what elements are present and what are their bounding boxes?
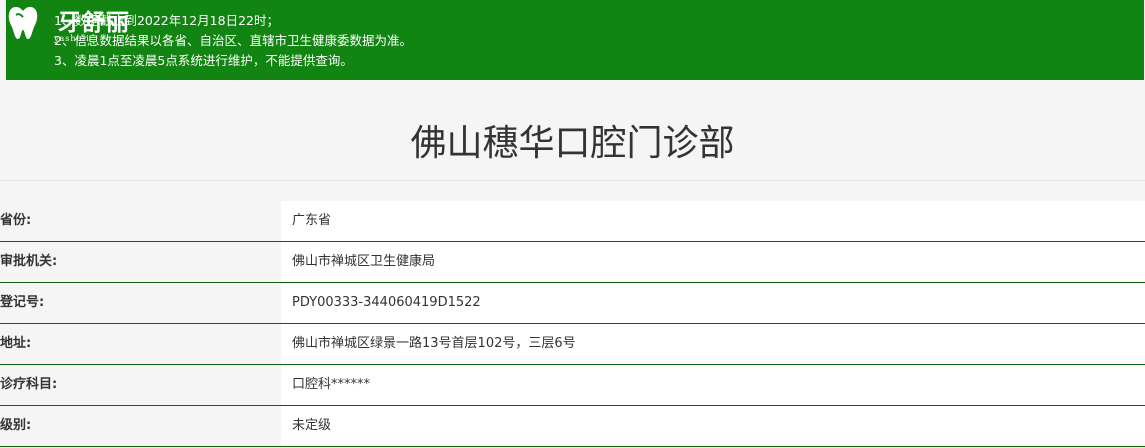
logo-subtext: yashuli: [54, 34, 90, 43]
info-row-province: 省份: 广东省: [0, 201, 1145, 242]
row-label: 省份:: [0, 201, 281, 241]
row-value: PDY00333-344060419D1522: [281, 283, 1145, 323]
info-row-level: 级别: 未定级: [0, 406, 1145, 447]
info-row-registration-number: 登记号: PDY00333-344060419D1522: [0, 283, 1145, 324]
info-table: 省份: 广东省 审批机关: 佛山市禅城区卫生健康局 登记号: PDY00333-…: [0, 201, 1145, 447]
notice-line-2: 2、信息数据结果以各省、自治区、直辖市卫生健康委数据为准。: [54, 33, 412, 48]
title-section: 佛山穗华口腔门诊部: [0, 80, 1145, 181]
row-value: 口腔科******: [281, 365, 1145, 405]
row-label: 登记号:: [0, 283, 281, 323]
notice-banner: 牙舒丽 yashuli 1、数据截止到2022年12月18日22时； 2、信息数…: [6, 0, 1144, 80]
row-value: 佛山市禅城区绿景一路13号首层102号，三层6号: [281, 324, 1145, 364]
row-label: 审批机关:: [0, 242, 281, 282]
info-row-address: 地址: 佛山市禅城区绿景一路13号首层102号，三层6号: [0, 324, 1145, 365]
logo-text: 牙舒丽: [58, 9, 130, 36]
row-label: 诊疗科目:: [0, 365, 281, 405]
notice-line-3: 3、凌晨1点至凌晨5点系统进行维护，不能提供查询。: [54, 53, 353, 68]
info-row-approval-authority: 审批机关: 佛山市禅城区卫生健康局: [0, 242, 1145, 283]
site-logo[interactable]: 牙舒丽 yashuli: [6, 2, 146, 43]
info-row-departments: 诊疗科目: 口腔科******: [0, 365, 1145, 406]
row-label: 级别:: [0, 406, 281, 446]
row-value: 未定级: [281, 406, 1145, 446]
clinic-name: 佛山穗华口腔门诊部: [410, 123, 735, 164]
row-value: 广东省: [281, 201, 1145, 241]
row-value: 佛山市禅城区卫生健康局: [281, 242, 1145, 282]
notice-line-1: 1、数据截止到2022年12月18日22时；: [54, 13, 279, 28]
tooth-icon: [8, 6, 38, 39]
row-label: 地址:: [0, 324, 281, 364]
